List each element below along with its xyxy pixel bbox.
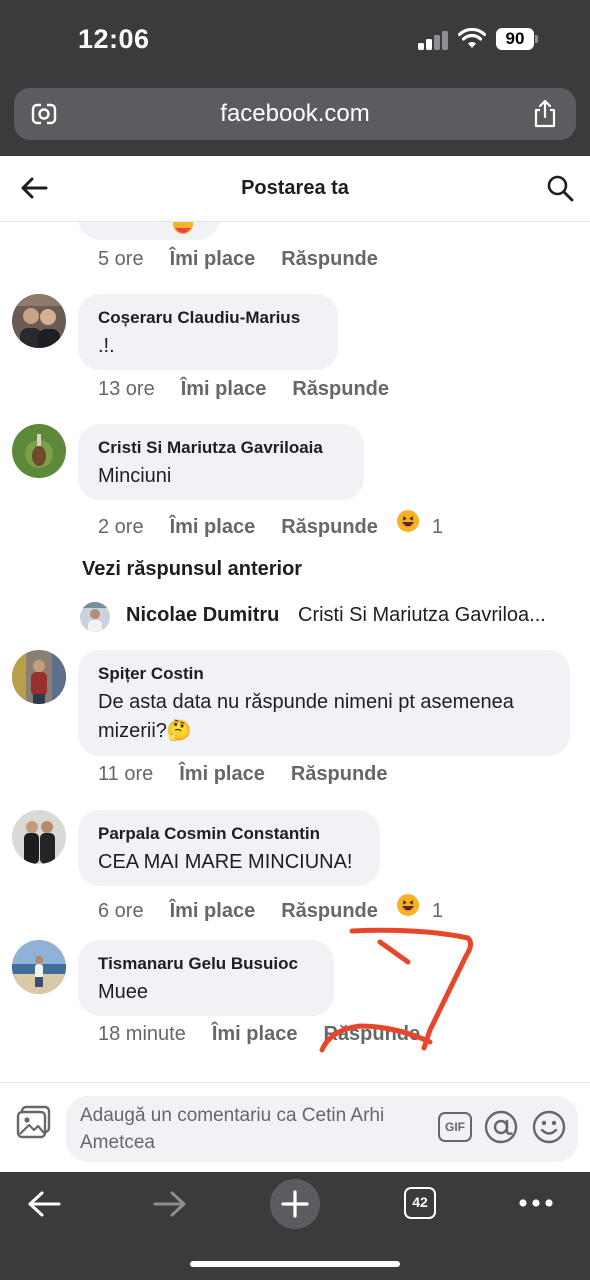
plus-icon — [281, 1190, 309, 1218]
comment-text: Muee — [98, 981, 149, 1003]
like-button[interactable]: Îmi place — [170, 516, 256, 539]
reply-button[interactable]: Răspunde — [323, 1023, 420, 1046]
avatar[interactable] — [80, 602, 110, 632]
avatar[interactable] — [12, 810, 66, 864]
battery-level: 90 — [496, 28, 534, 50]
comment-actions: 2 ore Îmi place Răspunde 1 — [98, 509, 443, 539]
comment-text: De asta data nu răspunde nimeni pt aseme… — [98, 691, 514, 742]
reply-button[interactable]: Răspunde — [281, 248, 378, 271]
comment-time: 11 ore — [98, 763, 154, 786]
like-button[interactable]: Îmi place — [179, 763, 265, 786]
tabs-button[interactable]: 42 — [404, 1187, 436, 1219]
comment-input[interactable]: Adaugă un comentariu ca Cetin Arhi Ametc… — [66, 1096, 578, 1162]
url-text: facebook.com — [220, 100, 370, 127]
reaction-count[interactable]: 1 — [432, 516, 443, 539]
more-options-icon[interactable] — [518, 1198, 554, 1208]
like-button[interactable]: Îmi place — [181, 378, 267, 401]
comment-author[interactable]: Tismanaru Gelu Busuioc — [98, 952, 314, 976]
add-photo-icon[interactable] — [16, 1105, 52, 1139]
address-bar[interactable]: facebook.com — [14, 88, 576, 140]
reply-preview: Cristi Si Mariutza Gavriloa... — [298, 604, 546, 626]
see-previous-replies-link[interactable]: Vezi răspunsul anterior — [82, 558, 302, 581]
comment-time: 6 ore — [98, 900, 144, 923]
avatar[interactable] — [12, 424, 66, 478]
mention-icon[interactable] — [484, 1110, 518, 1144]
reply-button[interactable]: Răspunde — [291, 763, 388, 786]
home-indicator — [190, 1261, 400, 1267]
share-icon[interactable] — [532, 99, 558, 129]
comment-time: 13 ore — [98, 378, 155, 401]
comment-actions: 11 ore Îmi place Răspunde — [98, 763, 388, 793]
comment-bubble: Cristi Si Mariutza Gavriloaia Minciuni — [78, 424, 364, 500]
comment-actions: 6 ore Îmi place Răspunde 1 — [98, 893, 443, 923]
avatar[interactable] — [12, 940, 66, 994]
haha-reaction-icon[interactable] — [396, 509, 420, 533]
browser-forward-icon[interactable] — [152, 1189, 188, 1219]
wifi-icon — [458, 28, 486, 48]
comment-bubble: Coșeraru Claudiu-Marius .!. — [78, 294, 338, 370]
comment-actions: 13 ore Îmi place Răspunde — [98, 378, 389, 408]
new-tab-button[interactable] — [270, 1179, 320, 1229]
like-button[interactable]: Îmi place — [170, 248, 256, 271]
comment-text: Minciuni — [98, 465, 172, 487]
browser-back-icon[interactable] — [26, 1189, 62, 1219]
emoji-icon[interactable] — [532, 1110, 566, 1144]
comment-actions: 18 minute Îmi place Răspunde — [98, 1023, 420, 1053]
search-icon[interactable] — [546, 174, 574, 202]
like-button[interactable]: Îmi place — [212, 1023, 298, 1046]
post-header: Postarea ta — [0, 156, 590, 222]
avatar[interactable] — [12, 294, 66, 348]
comment-bubble — [78, 222, 220, 240]
comment-text: .!. — [98, 335, 115, 357]
comment-input-placeholder: Adaugă un comentariu ca Cetin Arhi Ametc… — [80, 1105, 385, 1153]
comment-time: 2 ore — [98, 516, 144, 539]
comment-author[interactable]: Coșeraru Claudiu-Marius — [98, 306, 318, 330]
comment-author[interactable]: Parpala Cosmin Constantin — [98, 822, 360, 846]
browser-toolbar: 42 — [0, 1172, 590, 1280]
comment-actions: 5 ore Îmi place Răspunde — [98, 248, 378, 278]
cellular-signal-icon — [418, 30, 450, 50]
battery-tip — [535, 35, 538, 43]
reply-author[interactable]: Nicolae Dumitru — [126, 604, 279, 627]
reaction-emoji-icon — [173, 222, 193, 234]
status-time: 12:06 — [78, 24, 150, 54]
collapsed-reply[interactable]: Nicolae Dumitru Cristi Si Mariutza Gavri… — [80, 600, 580, 634]
comment-bubble: Tismanaru Gelu Busuioc Muee — [78, 940, 334, 1016]
reply-button[interactable]: Răspunde — [292, 378, 389, 401]
reaction-count[interactable]: 1 — [432, 900, 443, 923]
comment-bubble: Parpala Cosmin Constantin CEA MAI MARE M… — [78, 810, 380, 886]
avatar[interactable] — [12, 650, 66, 704]
browser-address-area: facebook.com — [0, 78, 590, 156]
comment-author[interactable]: Cristi Si Mariutza Gavriloaia — [98, 436, 344, 460]
reply-button[interactable]: Răspunde — [281, 516, 378, 539]
gif-button[interactable]: GIF — [438, 1112, 472, 1142]
comment-text: CEA MAI MARE MINCIUNA! — [98, 851, 353, 873]
comment-list: 5 ore Îmi place Răspunde Coșeraru Claudiu-… — [0, 222, 590, 1082]
comment-time: 18 minute — [98, 1023, 186, 1046]
comment-composer: Adaugă un comentariu ca Cetin Arhi Ametc… — [0, 1082, 590, 1172]
comment-author[interactable]: Spițer Costin — [98, 662, 550, 686]
status-bar: 12:06 90 — [0, 0, 590, 78]
haha-reaction-icon[interactable] — [396, 893, 420, 917]
page-title: Postarea ta — [241, 177, 349, 199]
like-button[interactable]: Îmi place — [170, 900, 256, 923]
comment-time: 5 ore — [98, 248, 144, 271]
reply-button[interactable]: Răspunde — [281, 900, 378, 923]
comment-bubble: Spițer Costin De asta data nu răspunde n… — [78, 650, 570, 756]
